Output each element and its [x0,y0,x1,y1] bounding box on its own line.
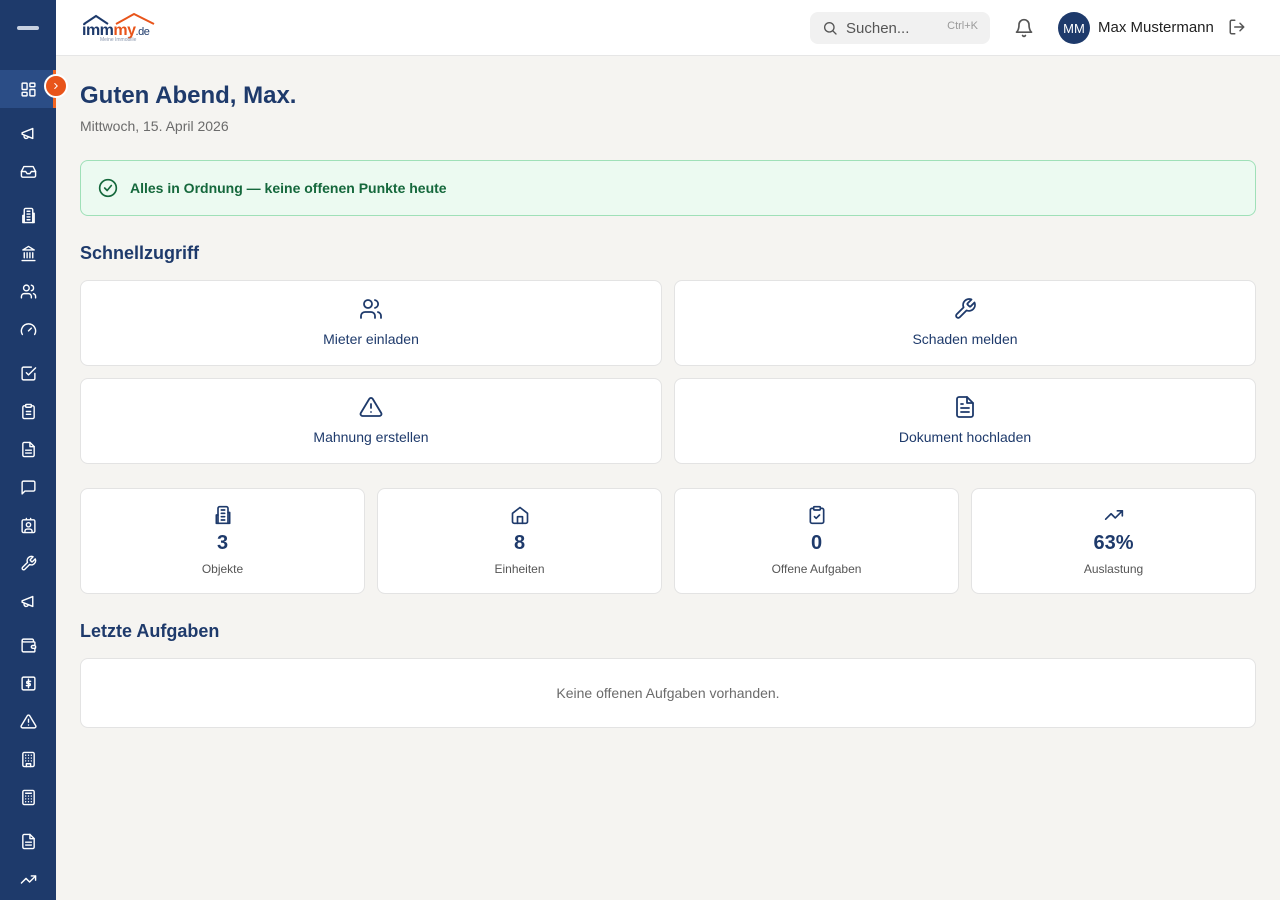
clipboard-icon [21,403,35,419]
stat-label: Einheiten [494,562,545,576]
calculator-icon [21,789,35,805]
dollar-icon [20,675,36,691]
status-alert: Alles in Ordnung — keine offenen Punkte … [80,160,1256,216]
recent-tasks-list: Keine offenen Aufgaben vorhanden. [80,658,1256,728]
stat-card-open-tasks: 0 Offene Aufgaben [674,488,959,594]
wrench-icon [955,298,976,319]
current-date: Mittwoch, 15. April 2026 [80,118,229,134]
stat-label: Offene Aufgaben [771,562,862,576]
sidebar-item-properties[interactable] [0,196,56,234]
house-icon [511,506,528,525]
sidebar-item-repairs[interactable] [0,544,56,582]
stat-card-units: 8 Einheiten [377,488,662,594]
status-alert-text: Alles in Ordnung — keine offenen Punkte … [130,180,447,196]
sidebar-item-calculator[interactable] [0,778,56,816]
user-name[interactable]: Max Mustermann [1098,19,1214,36]
users-icon [360,299,382,319]
chevron-right-icon [54,82,58,90]
logout-button[interactable] [1228,18,1248,38]
brand-tagline: Meine Immobilie [100,37,137,43]
invite-tenant-button[interactable]: Mieter einladen [80,280,662,366]
stat-value: 0 [810,532,823,554]
sidebar [0,0,68,900]
check-circle-icon [98,178,118,198]
alert-icon [19,713,37,729]
dashboard-icon [20,81,36,97]
sidebar-item-meters[interactable] [0,310,56,348]
message-icon [20,479,36,495]
file-icon [21,833,35,849]
clipboard-check-icon [809,505,824,525]
stat-value: 3 [216,532,229,554]
megaphone-icon [20,127,33,139]
search-placeholder: Suchen... [846,19,910,37]
sidebar-item-tenants[interactable] [0,272,56,310]
sidebar-item-wallet[interactable] [0,626,56,664]
search-icon [824,22,837,35]
sidebar-item-tasks[interactable] [0,354,56,392]
stat-label: Auslastung [1083,562,1144,576]
sidebar-logo[interactable] [0,0,56,56]
wrench-icon [20,555,36,571]
trending-icon [20,874,36,884]
report-damage-button[interactable]: Schaden melden [674,280,1256,366]
recent-tasks-title: Letzte Aufgaben [80,621,220,641]
sidebar-item-campaigns[interactable] [0,582,56,620]
users-icon [20,283,36,299]
stat-label: Objekte [201,562,244,576]
stat-value: 63% [1093,532,1134,554]
trending-up-icon [1104,510,1123,520]
stat-card-properties: 3 Objekte [80,488,365,594]
quick-action-label: Dokument hochladen [898,429,1032,445]
create-reminder-button[interactable]: Mahnung erstellen [80,378,662,464]
sidebar-item-documents[interactable] [0,430,56,468]
sidebar-item-announcements[interactable] [0,114,56,152]
sidebar-item-buildings[interactable] [0,740,56,778]
avatar[interactable]: MM [1058,12,1090,44]
sidebar-item-library[interactable] [0,234,56,272]
sidebar-item-inbox[interactable] [0,152,56,190]
contact-icon [20,517,36,533]
quick-action-label: Schaden melden [912,331,1018,347]
brand-logo[interactable]: immmy.de Meine Immobilie [82,12,158,44]
quick-action-label: Mieter einladen [323,331,419,347]
sidebar-item-reports[interactable] [0,822,56,860]
stat-value: 8 [513,532,526,554]
top-header: immmy.de Meine Immobilie Suchen... Ctrl+… [56,0,1280,56]
search-shortcut: Ctrl+K [947,20,978,32]
sidebar-expand-button[interactable] [44,74,68,98]
library-icon [20,245,36,261]
wallet-icon [20,637,36,653]
empty-state-text: Keine offenen Aufgaben vorhanden. [556,685,780,701]
search-input[interactable]: Suchen... Ctrl+K [810,12,990,44]
bell-icon [1015,18,1033,38]
megaphone-icon [20,595,33,607]
sidebar-item-contacts[interactable] [0,506,56,544]
gauge-icon [20,322,36,335]
building-2-icon [21,751,35,767]
notifications-button[interactable] [1012,16,1036,40]
sidebar-item-analytics[interactable] [0,860,56,898]
logout-icon [1229,19,1245,35]
sidebar-item-checklists[interactable] [0,392,56,430]
sidebar-item-messages[interactable] [0,468,56,506]
sidebar-item-payments[interactable] [0,664,56,702]
inbox-icon [20,165,36,178]
upload-document-button[interactable]: Dokument hochladen [674,378,1256,464]
quick-access-title: Schnellzugriff [80,243,200,263]
document-icon [956,396,974,418]
quick-action-label: Mahnung erstellen [313,429,429,445]
stat-card-occupancy: 63% Auslastung [971,488,1256,594]
building-icon [21,207,35,223]
file-text-icon [21,441,35,457]
sidebar-item-reminders[interactable] [0,702,56,740]
page-title: Guten Abend, Max. [80,82,297,109]
checkbox-icon [20,365,36,381]
building-icon [215,505,230,525]
warning-icon [359,397,383,417]
